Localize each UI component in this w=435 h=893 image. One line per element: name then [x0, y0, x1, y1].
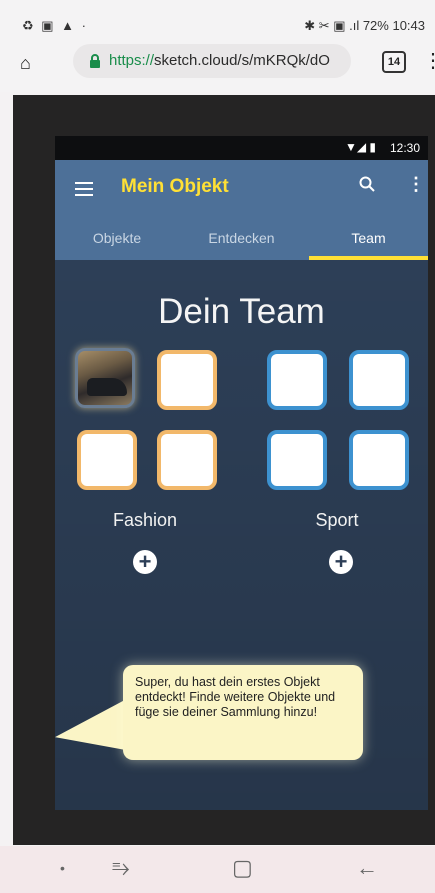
fashion-slot-2[interactable]	[157, 350, 217, 410]
overflow-menu-icon[interactable]: ⋮	[407, 174, 425, 195]
group-label-sport: Sport	[315, 510, 359, 530]
sport-slot-2[interactable]	[349, 350, 409, 410]
tab-switcher-button[interactable]: 14	[382, 51, 406, 73]
app-status-bar: ▼◢ ▮ 12:30	[55, 136, 428, 160]
app-title: Mein Objekt	[121, 176, 229, 197]
url-protocol: https://	[109, 52, 155, 69]
app-status-time: 12:30	[389, 141, 420, 155]
hint-bubble: Super, du hast dein erstes Objekt entdec…	[123, 665, 363, 760]
app-bar: Mein Objekt ⋮ Objekte Entdecken Team	[55, 160, 428, 260]
fashion-slot-3[interactable]	[77, 430, 137, 490]
page-title: Dein Team	[158, 292, 325, 331]
home-button-icon[interactable]: ▢	[232, 855, 253, 881]
add-fashion-button[interactable]: +	[133, 550, 157, 574]
sport-slot-4[interactable]	[349, 430, 409, 490]
fashion-slot-4[interactable]	[157, 430, 217, 490]
browser-menu-icon[interactable]: ⋮	[423, 48, 435, 73]
system-nav-bar: • ⥱ ▢ ←	[0, 846, 435, 893]
group-label-fashion: Fashion	[112, 510, 178, 530]
home-icon[interactable]: ⌂	[20, 53, 31, 74]
add-sport-button[interactable]: +	[329, 550, 353, 574]
url-bar[interactable]: https://sketch.cloud/s/mKRQk/dO	[73, 44, 351, 78]
browser-toolbar: ⌂ https://sketch.cloud/s/mKRQk/dO 14 ⋮	[0, 40, 435, 92]
fashion-slot-1-photo[interactable]	[75, 348, 135, 408]
status-right-info: ✱ ✂ ▣ .ıl 72% 10:43	[304, 18, 425, 33]
tab-entdecken[interactable]: Entdecken	[179, 230, 304, 246]
sport-slot-1[interactable]	[267, 350, 327, 410]
lock-icon	[90, 54, 100, 68]
signal-battery-icons: ▼◢ ▮	[344, 140, 376, 154]
recent-apps-icon[interactable]: ⥱	[112, 855, 130, 881]
status-left-icons: ♻ ▣ ▲ ·	[22, 18, 88, 33]
url-host-path: sketch.cloud/s/mKRQk/dO	[154, 52, 330, 69]
hamburger-menu-icon[interactable]	[75, 182, 93, 200]
back-icon[interactable]: ←	[356, 855, 378, 881]
search-icon[interactable]	[359, 176, 375, 197]
sport-slot-3[interactable]	[267, 430, 327, 490]
tab-team[interactable]: Team	[309, 230, 428, 246]
tab-objekte[interactable]: Objekte	[55, 230, 179, 246]
dot-icon: •	[60, 860, 65, 876]
